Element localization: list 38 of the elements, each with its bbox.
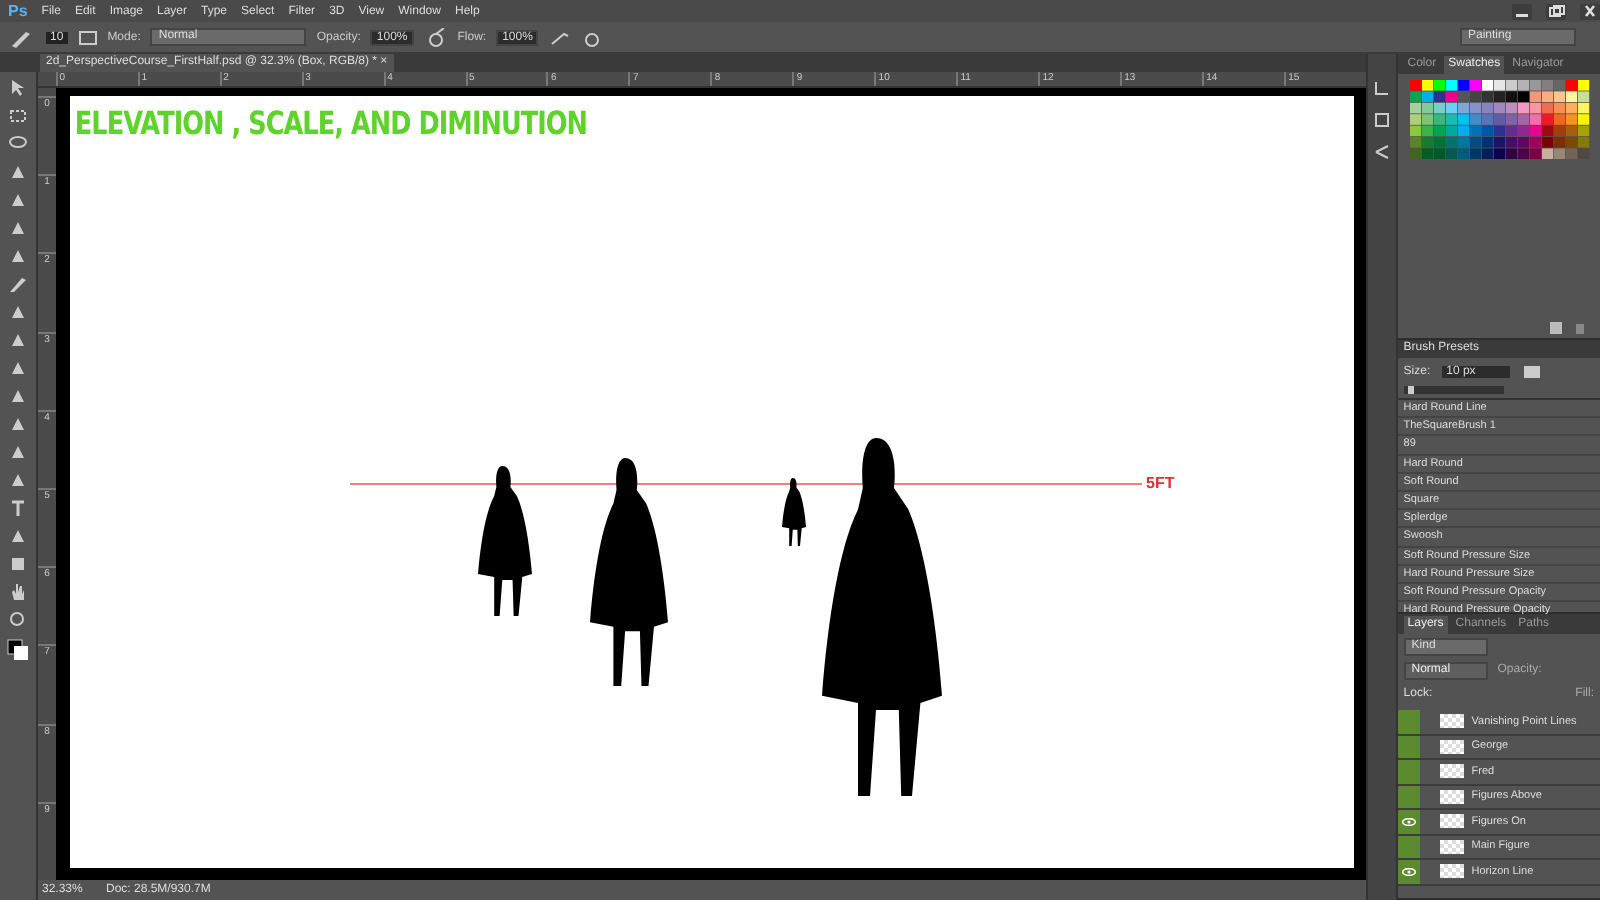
shape-tool-icon[interactable] [8,554,28,574]
visibility-toggle[interactable] [1397,735,1420,758]
size-slider[interactable] [1403,386,1504,394]
layer-thumbnail [1439,764,1464,779]
layer-thumbnail [1439,839,1464,854]
lasso-tool-icon[interactable] [8,134,28,154]
brush-icon[interactable] [8,27,36,47]
minimize-icon[interactable] [1512,3,1532,19]
visibility-toggle[interactable] [1397,835,1420,858]
visibility-toggle[interactable] [1397,860,1420,883]
visibility-toggle[interactable] [1397,760,1420,783]
marquee-tool-icon[interactable] [8,106,28,126]
layer-thumbnail [1439,789,1464,804]
figure-silhouette [782,478,806,546]
restore-icon[interactable] [1546,3,1566,19]
close-icon[interactable] [1580,3,1600,19]
app-logo: Ps [8,2,28,20]
eye-icon [1401,817,1416,826]
eye-icon [1401,867,1416,876]
swatches-drawing[interactable] [1409,80,1590,160]
zoom-tool-icon[interactable] [8,610,28,630]
canvas-title: ELEVATION , SCALE, AND DIMINUTION [72,102,590,142]
brush-tool-icon[interactable] [8,274,28,294]
new-swatch-icon[interactable] [1548,320,1564,336]
layer-thumbnail [1439,864,1464,879]
layer-thumbnail [1439,714,1464,729]
move-tool-icon[interactable] [8,78,28,98]
visibility-toggle[interactable] [1397,785,1420,808]
folder-icon[interactable] [1522,362,1543,380]
visibility-toggle[interactable] [1397,710,1420,733]
layer-thumbnail [1439,814,1464,829]
slider-thumb[interactable] [1408,386,1415,394]
hand-tool-icon[interactable] [8,582,28,602]
color-swatch-icon[interactable] [6,638,30,662]
visibility-toggle[interactable] [1397,810,1420,833]
type-tool-icon[interactable] [8,498,28,518]
horizon-label: 5FT [1146,474,1175,492]
layer-thumbnail [1439,739,1464,754]
